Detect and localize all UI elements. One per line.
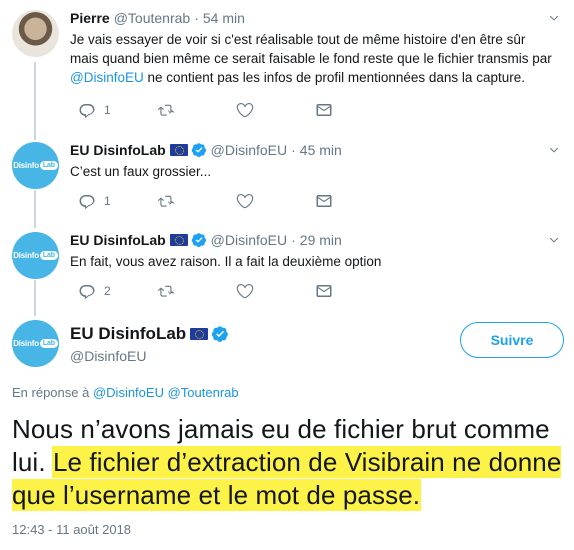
reply-button[interactable]: 1: [78, 192, 157, 210]
author-name[interactable]: EU DisinfoLab: [70, 142, 166, 158]
verified-icon: [191, 142, 207, 158]
like-button[interactable]: [236, 282, 315, 300]
brand-logo-bubble: Lab: [39, 161, 58, 170]
like-icon: [236, 282, 254, 300]
caret-down-icon[interactable]: [548, 234, 560, 246]
reply-button[interactable]: 2: [78, 282, 157, 300]
retweet-icon: [157, 282, 175, 300]
reply-count: 1: [104, 194, 111, 208]
dm-icon: [315, 192, 333, 210]
brand-logo-text: Disinfo: [13, 161, 39, 170]
author-name[interactable]: EU DisinfoLab: [70, 232, 166, 248]
reply-to-line: En réponse à @DisinfoEU @Toutenrab: [12, 385, 239, 400]
reply-count: 2: [104, 284, 111, 298]
eu-flag-icon: [169, 234, 188, 246]
avatar[interactable]: Disinfo Lab: [12, 320, 59, 367]
tweet-text-part: ne contient pas les infos de profil ment…: [143, 70, 525, 85]
retweet-button[interactable]: [157, 192, 236, 210]
tweet-time[interactable]: 45 min: [300, 142, 342, 158]
avatar[interactable]: Disinfo Lab: [12, 232, 59, 279]
caret-down-icon[interactable]: [548, 144, 560, 156]
tweet-actions: 1: [78, 192, 394, 210]
brand-logo-text: Disinfo: [13, 339, 39, 348]
main-tweet-header: Disinfo Lab EU DisinfoLab @DisinfoEU Suiv…: [0, 320, 574, 382]
reply-icon: [78, 192, 96, 210]
dm-icon: [315, 101, 333, 119]
follow-button[interactable]: Suivre: [460, 322, 564, 358]
tweet-text: Je vais essayer de voir si c'est réalisa…: [70, 30, 555, 87]
retweet-button[interactable]: [157, 282, 236, 300]
main-author-name-row[interactable]: EU DisinfoLab: [70, 324, 229, 344]
tweet-pierre[interactable]: Pierre @Toutenrab · 54 min Je vais essay…: [0, 0, 574, 125]
tweet-header: Pierre @Toutenrab · 54 min: [70, 10, 245, 26]
tweet-disinfolab-1[interactable]: Disinfo Lab EU DisinfoLab @DisinfoEU · 45…: [0, 132, 574, 224]
reply-icon: [78, 282, 96, 300]
like-icon: [236, 192, 254, 210]
retweet-icon: [157, 101, 175, 119]
brand-logo: Disinfo Lab: [13, 339, 58, 348]
reply-button[interactable]: 1: [78, 101, 157, 119]
tweet-disinfolab-2[interactable]: Disinfo Lab EU DisinfoLab @DisinfoEU · 29…: [0, 222, 574, 314]
eu-flag-icon: [190, 328, 209, 340]
tweet-text: En fait, vous avez raison. Il a fait la …: [70, 254, 382, 269]
tweet-header: EU DisinfoLab @DisinfoEU · 29 min: [70, 232, 342, 248]
author-name[interactable]: EU DisinfoLab: [70, 324, 186, 344]
tweet-actions: 1: [78, 101, 394, 119]
brand-logo-text: Disinfo: [13, 251, 39, 260]
brand-logo: Disinfo Lab: [13, 161, 58, 170]
eu-flag-icon: [169, 144, 188, 156]
author-handle[interactable]: @DisinfoEU: [211, 142, 287, 158]
dm-icon: [315, 282, 333, 300]
like-icon: [236, 101, 254, 119]
avatar[interactable]: [12, 10, 59, 57]
retweet-icon: [157, 192, 175, 210]
author-name[interactable]: Pierre: [70, 10, 110, 26]
mention-link[interactable]: @Toutenrab: [168, 385, 239, 400]
tweet-time[interactable]: 54 min: [203, 10, 245, 26]
separator: ·: [291, 142, 296, 158]
main-tweet-text: Nous n’avons jamais eu de fichier brut c…: [12, 413, 572, 512]
caret-down-icon[interactable]: [548, 12, 560, 24]
dm-button[interactable]: [315, 101, 394, 119]
reply-count: 1: [104, 103, 111, 117]
tweet-actions: 2: [78, 282, 394, 300]
highlighted-text: Le fichier d’extraction de Visibrain ne …: [12, 447, 562, 510]
reply-icon: [78, 101, 96, 119]
tweet-timestamp[interactable]: 12:43 - 11 août 2018: [12, 522, 131, 537]
verified-icon: [191, 232, 207, 248]
mention-link[interactable]: @DisinfoEU: [70, 70, 144, 85]
dm-button[interactable]: [315, 192, 394, 210]
tweet-text: C’est un faux grossier...: [70, 164, 212, 179]
brand-logo: Disinfo Lab: [13, 251, 58, 260]
like-button[interactable]: [236, 101, 315, 119]
verified-icon: [211, 325, 229, 343]
tweet-text-part: Je vais essayer de voir si c'est réalisa…: [70, 32, 552, 66]
brand-logo-bubble: Lab: [39, 339, 58, 348]
brand-logo-bubble: Lab: [39, 251, 58, 260]
separator: ·: [291, 232, 296, 248]
avatar[interactable]: Disinfo Lab: [12, 142, 59, 189]
tweet-header: EU DisinfoLab @DisinfoEU · 45 min: [70, 142, 342, 158]
like-button[interactable]: [236, 192, 315, 210]
mention-link[interactable]: @DisinfoEU: [93, 385, 164, 400]
tweet-time[interactable]: 29 min: [300, 232, 342, 248]
author-handle[interactable]: @Toutenrab: [114, 10, 190, 26]
reply-to-label: En réponse à: [12, 385, 90, 400]
retweet-button[interactable]: [157, 101, 236, 119]
dm-button[interactable]: [315, 282, 394, 300]
author-handle[interactable]: @DisinfoEU: [211, 232, 287, 248]
separator: ·: [194, 10, 199, 26]
author-handle[interactable]: @DisinfoEU: [70, 348, 146, 364]
